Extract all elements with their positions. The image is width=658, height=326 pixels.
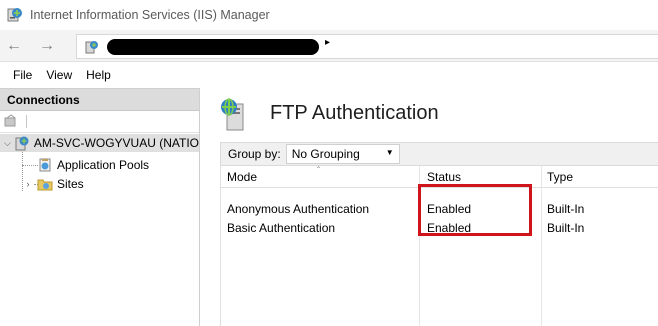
server-icon	[14, 135, 30, 151]
tree-node-application-pools[interactable]: Application Pools	[22, 156, 149, 174]
address-bar: ← → ▸	[0, 30, 658, 62]
path-separator-icon[interactable]: ▸	[325, 37, 330, 48]
ftp-authentication-icon	[218, 98, 252, 132]
redacted-path-segment	[107, 39, 319, 55]
collapse-chevron-icon[interactable]: ⌵	[4, 138, 11, 149]
back-arrow-icon[interactable]: ←	[3, 36, 25, 56]
group-by-dropdown[interactable]: No Grouping ▼	[285, 144, 400, 164]
connections-header: Connections	[0, 89, 199, 111]
connections-toolbar	[0, 111, 199, 133]
column-header-type[interactable]: Type	[547, 170, 573, 184]
column-header-status[interactable]: Status	[427, 170, 461, 184]
menu-file[interactable]: File	[0, 68, 39, 82]
menu-help[interactable]: Help	[79, 68, 118, 82]
group-by-label: Group by:	[228, 147, 281, 161]
cell-mode: Basic Authentication	[227, 221, 336, 235]
menu-view[interactable]: View	[39, 68, 79, 82]
title-bar: Internet Information Services (IIS) Mana…	[0, 0, 658, 30]
sites-folder-icon	[37, 176, 53, 192]
status-highlight-box	[418, 184, 532, 236]
window-title: Internet Information Services (IIS) Mana…	[30, 8, 270, 22]
tree-node-sites[interactable]: › Sites	[22, 175, 84, 193]
tree-label-application-pools: Application Pools	[57, 158, 150, 172]
cell-mode: Anonymous Authentication	[227, 202, 370, 216]
cell-type: Built-In	[547, 202, 585, 216]
expand-chevron-icon[interactable]: ›	[22, 179, 34, 189]
group-by-value: No Grouping	[291, 147, 360, 161]
tree-node-server[interactable]: ⌵ AM-SVC-WOGYVUAU (NATIO	[0, 134, 199, 152]
menu-bar: File View Help	[0, 62, 658, 88]
connections-pane: Connections ⌵ AM-SVC-WOGYVUAU (NATIO App…	[0, 88, 200, 326]
server-icon	[85, 40, 99, 54]
column-divider	[541, 166, 542, 326]
dropdown-arrow-icon: ▼	[385, 148, 394, 157]
app-pools-icon	[37, 157, 53, 173]
page-title: FTP Authentication	[270, 102, 439, 124]
tree-label-server: AM-SVC-WOGYVUAU (NATIO	[33, 136, 199, 150]
feature-header: FTP Authentication	[206, 88, 658, 140]
connect-icon[interactable]	[4, 114, 18, 128]
tree-label-sites: Sites	[57, 177, 84, 191]
forward-arrow-icon[interactable]: →	[36, 36, 58, 56]
address-path-box[interactable]: ▸	[76, 34, 658, 59]
column-header-mode[interactable]: Mode	[227, 170, 257, 184]
group-by-bar: Group by: No Grouping ▼	[220, 142, 658, 166]
toolbar-separator	[26, 115, 27, 128]
iis-app-icon	[6, 6, 24, 24]
cell-type: Built-In	[547, 221, 585, 235]
